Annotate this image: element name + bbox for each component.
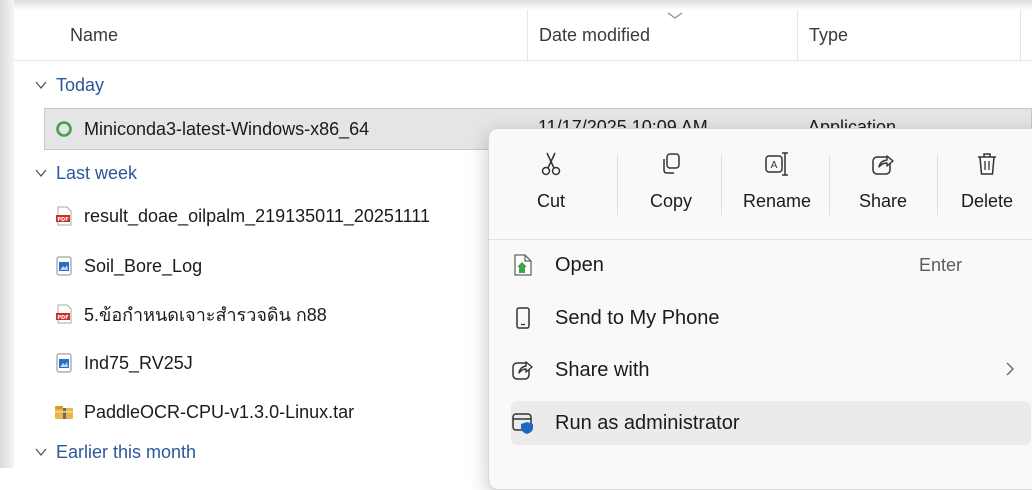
image-icon bbox=[56, 256, 72, 276]
file-name: Soil_Bore_Log bbox=[84, 255, 203, 276]
share-icon bbox=[872, 155, 894, 175]
column-header: Name Date modified Type bbox=[14, 10, 1032, 61]
image-icon bbox=[56, 353, 72, 373]
chevron-down-icon bbox=[35, 81, 47, 90]
group-label: Today bbox=[56, 75, 105, 95]
file-name: PaddleOCR-CPU-v1.3.0-Linux.tar bbox=[84, 401, 355, 422]
cut-label: Cut bbox=[536, 191, 565, 211]
column-name-header[interactable]: Name bbox=[70, 10, 118, 60]
menu-item-label: Open bbox=[555, 253, 604, 276]
open-icon bbox=[514, 254, 532, 276]
installer-icon bbox=[56, 121, 72, 137]
file-name: 5.ข้อกำหนดเจาะสำรวจดิน ก88 bbox=[84, 304, 327, 325]
menu-item-send-to-phone[interactable]: Send to My Phone bbox=[511, 296, 1031, 340]
rename-button[interactable]: A Rename bbox=[735, 147, 819, 227]
list-item[interactable]: PDF result_doae_oilpalm_219135011_202511… bbox=[54, 196, 430, 236]
cut-button[interactable]: Cut bbox=[509, 147, 593, 227]
svg-text:PDF: PDF bbox=[57, 217, 68, 223]
menu-divider bbox=[489, 239, 1032, 240]
scissors-icon bbox=[541, 152, 561, 176]
pdf-icon: PDF bbox=[56, 206, 72, 226]
group-label: Last week bbox=[56, 163, 138, 183]
chevron-right-icon bbox=[1006, 362, 1014, 376]
rename-icon: A bbox=[765, 152, 788, 176]
list-item[interactable]: PDF 5.ข้อกำหนดเจาะสำรวจดิน ก88 bbox=[54, 294, 327, 334]
list-item[interactable]: Soil_Bore_Log bbox=[54, 246, 202, 286]
window-shadow-top bbox=[0, 0, 1032, 10]
column-date-header[interactable]: Date modified bbox=[539, 10, 650, 60]
shortcut-label: Enter bbox=[919, 254, 963, 275]
menu-item-open[interactable]: Open Enter bbox=[511, 243, 1031, 287]
file-name: Ind75_RV25J bbox=[84, 352, 193, 373]
group-header-today[interactable]: Today bbox=[34, 70, 104, 100]
copy-button[interactable]: Copy bbox=[629, 147, 713, 227]
menu-item-label: Share with bbox=[555, 358, 650, 381]
menu-item-label: Send to My Phone bbox=[555, 306, 720, 329]
group-header-last-week[interactable]: Last week bbox=[34, 158, 137, 188]
pdf-icon: PDF bbox=[56, 304, 72, 324]
copy-icon bbox=[663, 153, 680, 174]
column-separator[interactable] bbox=[527, 10, 528, 60]
file-name: result_doae_oilpalm_219135011_20251111 bbox=[84, 205, 430, 226]
chevron-down-icon bbox=[35, 169, 47, 178]
menu-item-run-as-admin[interactable]: Run as administrator bbox=[511, 401, 1031, 445]
trash-icon bbox=[978, 153, 996, 175]
sort-chevron-icon bbox=[667, 12, 683, 19]
menu-item-label: Run as administrator bbox=[555, 411, 740, 434]
window-shadow-left bbox=[0, 0, 14, 468]
svg-text:A: A bbox=[771, 160, 778, 171]
group-header-earlier-this-month[interactable]: Earlier this month bbox=[34, 437, 196, 467]
delete-button[interactable]: Delete bbox=[945, 147, 1029, 227]
share-label: Share bbox=[858, 191, 908, 211]
quick-action-separator bbox=[617, 155, 618, 215]
column-separator[interactable] bbox=[1020, 10, 1021, 60]
quick-action-separator bbox=[829, 155, 830, 215]
file-name-cell[interactable]: Miniconda3-latest-Windows-x86_64 bbox=[54, 109, 369, 149]
context-menu: Cut Copy A Rename Share Delete Open Ente… bbox=[488, 128, 1032, 490]
share-button[interactable]: Share bbox=[841, 147, 925, 227]
list-item[interactable]: PaddleOCR-CPU-v1.3.0-Linux.tar bbox=[54, 392, 354, 432]
shield-icon bbox=[512, 413, 533, 434]
list-item[interactable]: Ind75_RV25J bbox=[54, 343, 193, 383]
quick-action-separator bbox=[937, 155, 938, 215]
column-type-header[interactable]: Type bbox=[809, 10, 848, 60]
column-separator[interactable] bbox=[797, 10, 798, 60]
group-label: Earlier this month bbox=[56, 442, 197, 462]
copy-label: Copy bbox=[649, 191, 693, 211]
svg-text:PDF: PDF bbox=[57, 315, 68, 321]
file-name: Miniconda3-latest-Windows-x86_64 bbox=[84, 118, 370, 139]
quick-action-separator bbox=[721, 155, 722, 215]
phone-icon bbox=[516, 307, 530, 329]
rename-label: Rename bbox=[742, 191, 812, 211]
delete-label: Delete bbox=[960, 191, 1014, 211]
share-with-icon bbox=[512, 361, 533, 380]
menu-item-share-with[interactable]: Share with bbox=[511, 348, 1031, 392]
archive-icon bbox=[55, 406, 73, 419]
chevron-down-icon bbox=[35, 448, 47, 457]
